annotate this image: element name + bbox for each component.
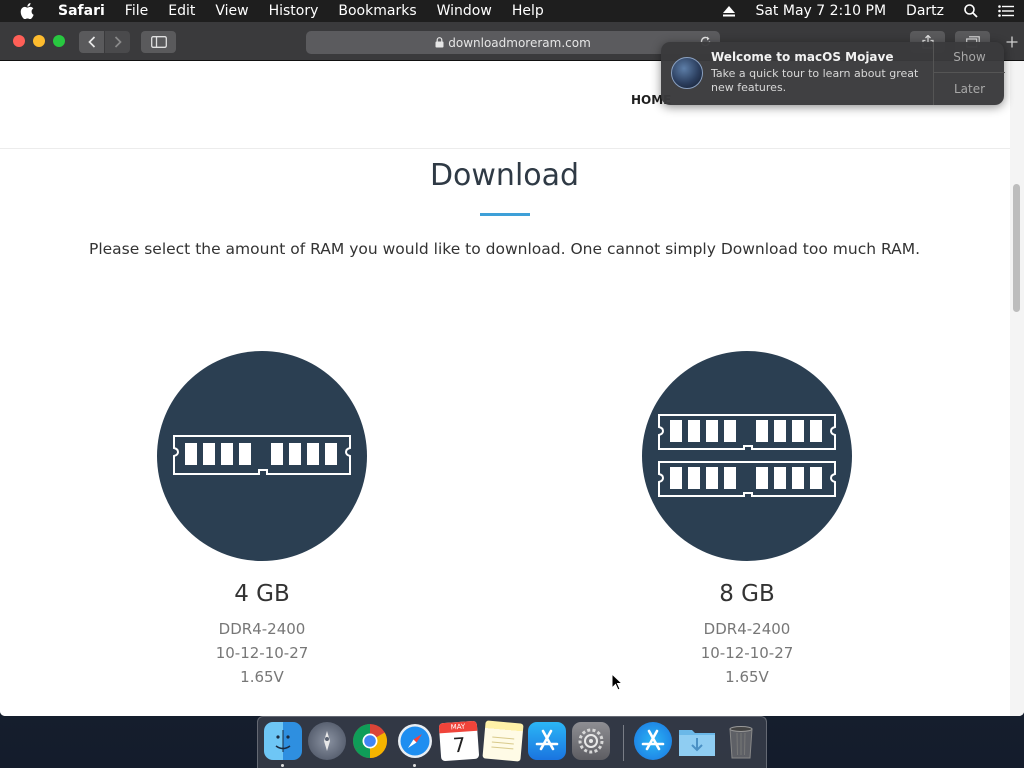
menu-history[interactable]: History xyxy=(259,0,329,22)
product-size: 8 GB xyxy=(719,581,775,607)
address-bar[interactable]: downloadmoreram.com xyxy=(306,31,720,54)
ram-stick-icon[interactable] xyxy=(157,351,367,561)
menu-app-name[interactable]: Safari xyxy=(48,0,115,22)
product-ram-type: DDR4-2400 xyxy=(218,620,306,638)
product-ram-type: DDR4-2400 xyxy=(703,620,791,638)
downloads-folder-icon[interactable] xyxy=(678,722,716,760)
spotlight-search-icon[interactable] xyxy=(954,4,988,18)
finder-running-dot xyxy=(281,764,284,767)
chevron-left-icon xyxy=(87,36,95,48)
app-store-download-icon[interactable] xyxy=(634,722,672,760)
calendar-icon[interactable]: MAY 7 xyxy=(438,720,480,762)
mouse-pointer-icon xyxy=(611,672,624,695)
notes-icon[interactable] xyxy=(482,720,524,762)
eject-icon[interactable] xyxy=(713,5,745,17)
notification-later-button[interactable]: Later xyxy=(934,74,1005,105)
mojave-app-icon xyxy=(671,57,703,89)
product-timings: 10-12-10-27 xyxy=(700,644,794,662)
header-divider xyxy=(0,148,1010,149)
menu-help[interactable]: Help xyxy=(502,0,554,22)
intro-text: Please select the amount of RAM you woul… xyxy=(88,240,921,258)
scrollbar-thumb[interactable] xyxy=(1013,184,1020,312)
url-text: downloadmoreram.com xyxy=(448,35,591,50)
system-preferences-icon[interactable] xyxy=(572,722,610,760)
close-window-button[interactable] xyxy=(13,35,25,47)
menu-bookmarks[interactable]: Bookmarks xyxy=(328,0,426,22)
chrome-icon[interactable] xyxy=(351,722,389,760)
sidebar-icon xyxy=(150,36,167,48)
menu-bar: Safari File Edit View History Bookmarks … xyxy=(0,0,1024,22)
chevron-right-icon xyxy=(114,36,122,48)
safari-icon[interactable] xyxy=(396,722,434,760)
sidebar-toggle-button[interactable] xyxy=(141,31,176,53)
trash-icon[interactable] xyxy=(722,722,760,760)
minimize-window-button[interactable] xyxy=(33,35,45,47)
calendar-day: 7 xyxy=(452,732,467,758)
product-voltage: 1.65V xyxy=(725,668,769,686)
product-4gb[interactable]: 4 GB DDR4-2400 10-12-10-27 1.65V xyxy=(112,351,412,689)
finder-icon[interactable] xyxy=(264,722,302,760)
notification-body: Take a quick tour to learn about great n… xyxy=(711,67,919,94)
web-page: HOME Download Please select the amount o… xyxy=(0,61,1024,716)
ram-two-sticks-icon[interactable] xyxy=(642,351,852,561)
back-button[interactable] xyxy=(79,31,104,53)
forward-button[interactable] xyxy=(105,31,130,53)
menu-window[interactable]: Window xyxy=(427,0,502,22)
notification-banner[interactable]: Welcome to macOS Mojave Take a quick tou… xyxy=(661,42,1005,105)
menu-clock[interactable]: Sat May 7 2:10 PM xyxy=(745,3,896,19)
fullscreen-window-button[interactable] xyxy=(53,35,65,47)
menu-view[interactable]: View xyxy=(205,0,258,22)
notification-actions: Show Later xyxy=(933,42,1005,105)
launchpad-icon[interactable] xyxy=(308,722,346,760)
title-underline xyxy=(480,213,530,216)
menu-edit[interactable]: Edit xyxy=(158,0,205,22)
product-voltage: 1.65V xyxy=(240,668,284,686)
product-8gb[interactable]: 8 GB DDR4-2400 10-12-10-27 1.65V xyxy=(597,351,897,689)
notification-title: Welcome to macOS Mojave xyxy=(711,50,894,64)
product-size: 4 GB xyxy=(234,581,290,607)
dock-separator xyxy=(623,725,624,761)
app-store-icon[interactable] xyxy=(528,722,566,760)
dock: MAY 7 xyxy=(257,716,767,768)
lock-icon xyxy=(435,37,444,48)
page-title: Download xyxy=(429,158,580,193)
notification-center-icon[interactable] xyxy=(988,5,1024,17)
plus-icon xyxy=(1006,36,1018,48)
menu-file[interactable]: File xyxy=(115,0,158,22)
page-scrollbar[interactable] xyxy=(1010,61,1024,716)
safari-window: downloadmoreram.com HOME Download Please… xyxy=(0,22,1024,716)
notification-show-button[interactable]: Show xyxy=(934,42,1005,73)
product-timings: 10-12-10-27 xyxy=(215,644,309,662)
apple-menu-icon[interactable] xyxy=(18,2,36,20)
safari-running-dot xyxy=(413,764,416,767)
menu-user[interactable]: Dartz xyxy=(896,3,954,19)
